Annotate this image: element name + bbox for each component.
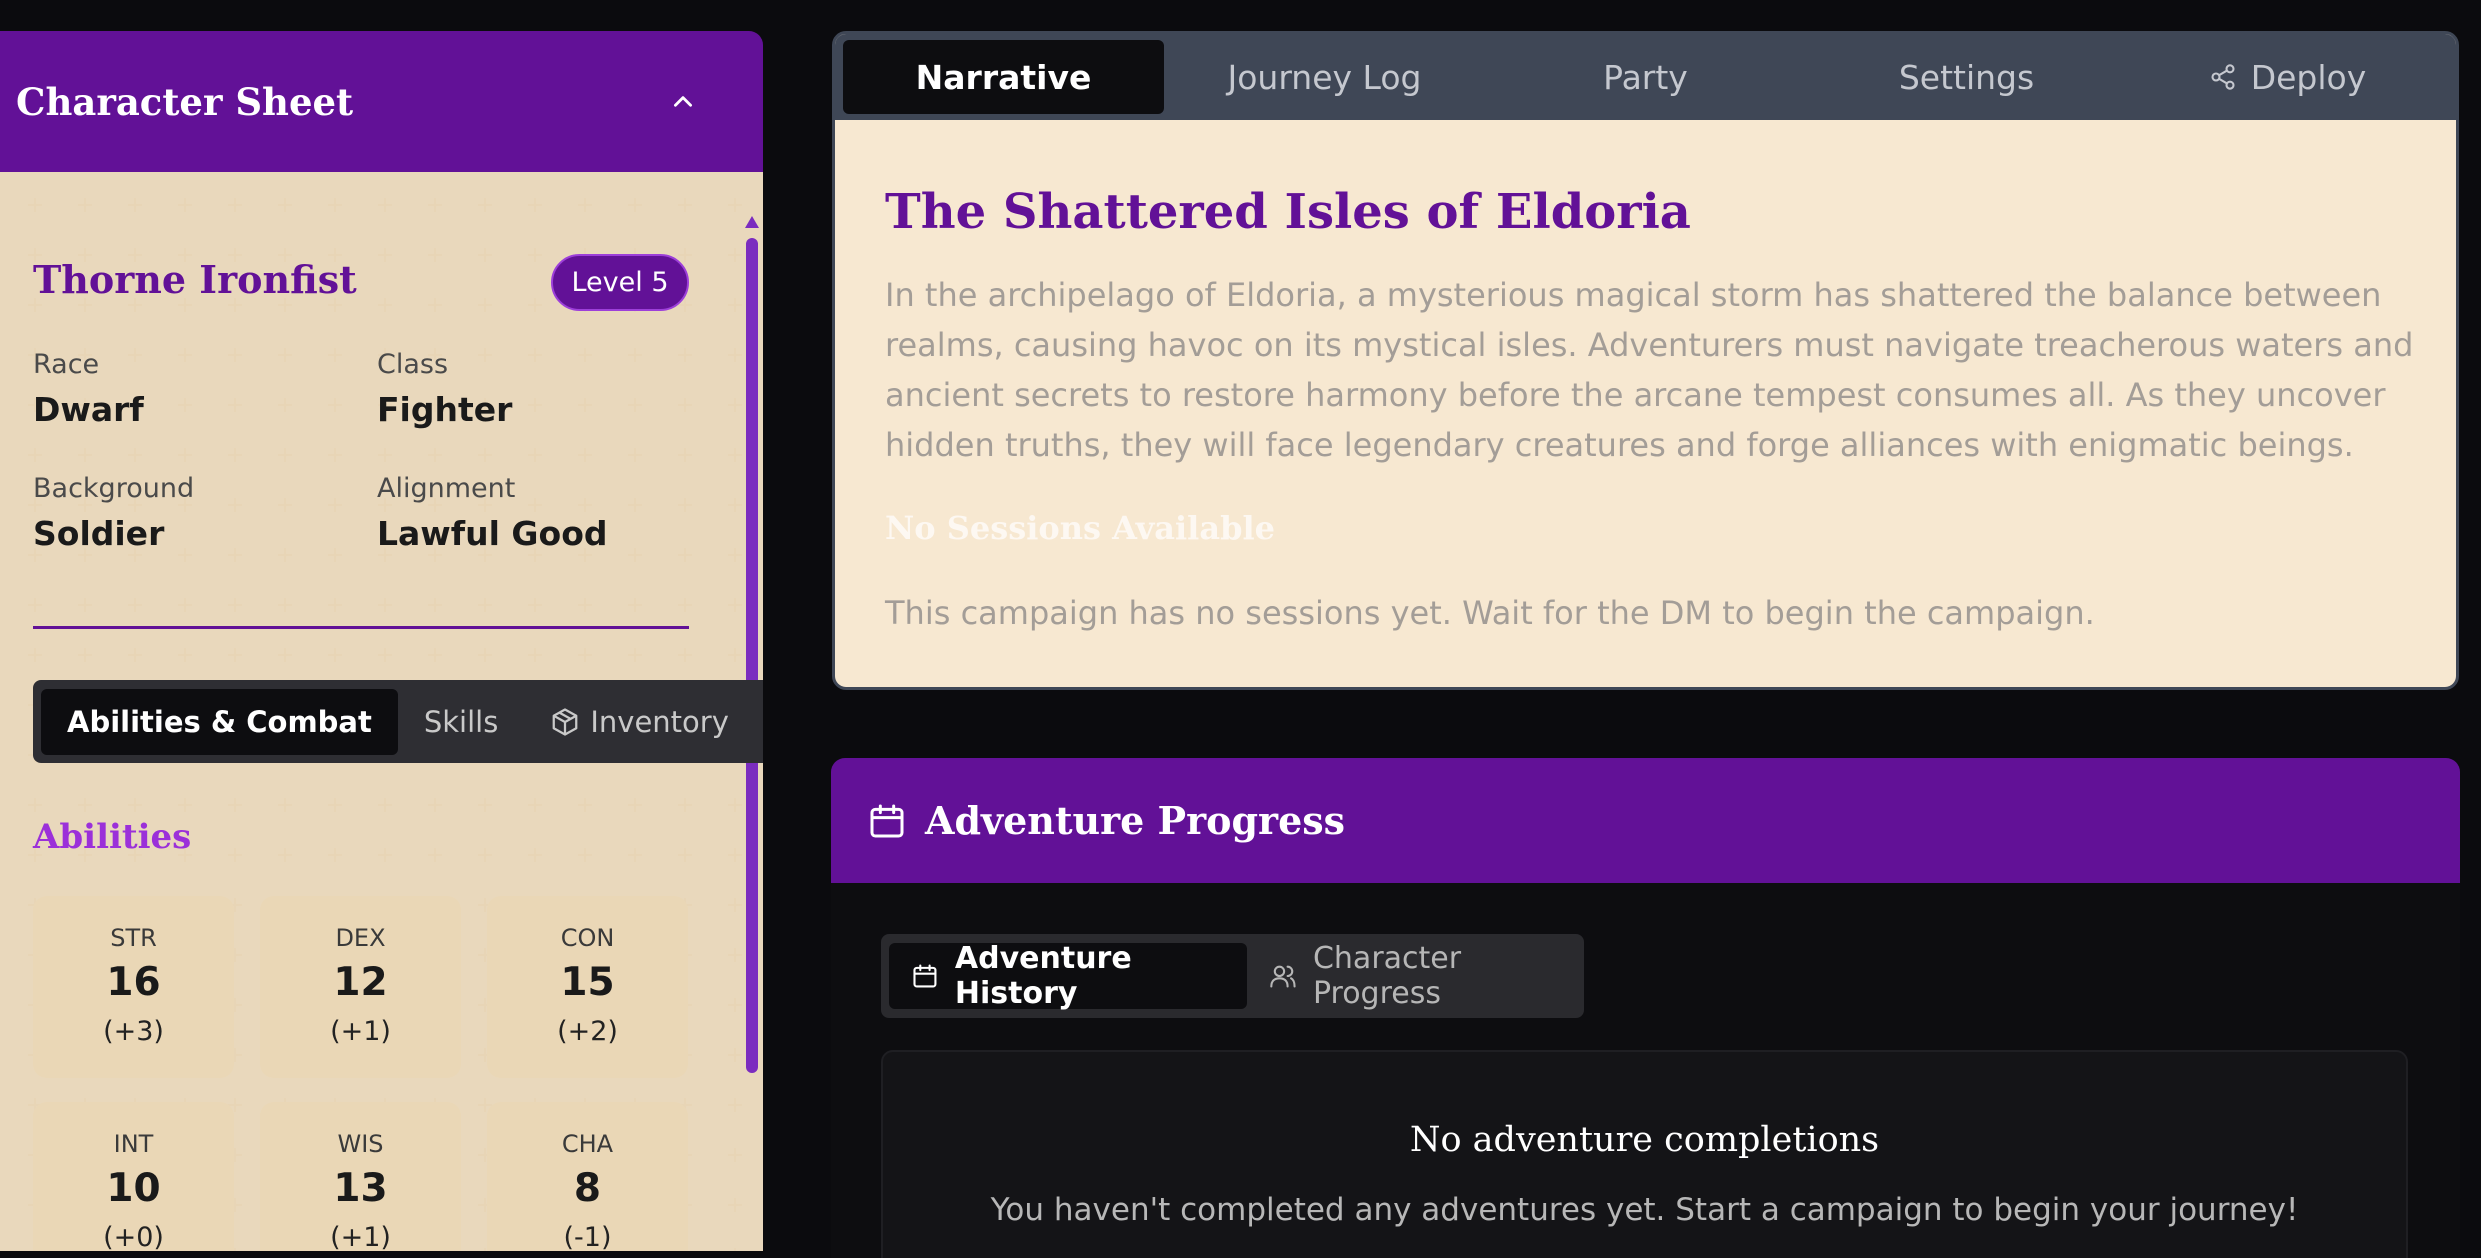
no-sessions-message: This campaign has no sessions yet. Wait …	[885, 594, 2095, 632]
class-label: Class	[377, 349, 449, 380]
no-sessions-heading: No Sessions Available	[885, 509, 1275, 547]
character-tabs: Abilities & Combat Skills Inventory	[33, 680, 763, 763]
race-label: Race	[33, 349, 100, 380]
tab-abilities-combat[interactable]: Abilities & Combat	[41, 688, 398, 755]
tab-journey-log[interactable]: Journey Log	[1164, 40, 1485, 114]
ability-card-int: INT 10 (+0)	[33, 1102, 234, 1251]
calendar-icon	[870, 804, 904, 837]
scrollbar-thumb[interactable]	[746, 238, 758, 1073]
tab-adventure-history[interactable]: Adventure History	[889, 941, 1248, 1011]
tab-party[interactable]: Party	[1485, 40, 1806, 114]
ability-modifier: (-1)	[563, 1222, 612, 1251]
tab-label: Party	[1603, 57, 1688, 97]
ability-score: 16	[106, 960, 161, 1005]
campaign-title: The Shattered Isles of Eldoria	[885, 184, 1691, 240]
tab-character-progress[interactable]: Character Progress	[1247, 941, 1584, 1011]
abilities-heading: Abilities	[33, 817, 192, 857]
alignment-value: Lawful Good	[377, 514, 608, 553]
ability-score: 8	[573, 1166, 602, 1211]
ability-card-dex: DEX 12 (+1)	[260, 896, 461, 1078]
box-icon	[552, 707, 578, 736]
ability-name: WIS	[337, 1130, 384, 1158]
ability-name: CON	[560, 924, 615, 952]
tab-label: Journey Log	[1227, 57, 1422, 97]
ability-modifier: (+3)	[103, 1016, 164, 1047]
ability-modifier: (+0)	[103, 1222, 164, 1251]
tab-label: Character Progress	[1312, 941, 1462, 1011]
level-badge: Level 5	[551, 254, 689, 311]
tab-spells[interactable]	[755, 689, 763, 755]
class-value: Fighter	[377, 390, 513, 429]
character-sheet-title: Character Sheet	[16, 79, 354, 124]
tab-label: Deploy	[2250, 57, 2367, 97]
ability-score: 15	[560, 960, 615, 1005]
ability-card-wis: WIS 13 (+1)	[260, 1102, 461, 1251]
empty-state-message: You haven't completed any adventures yet…	[990, 1192, 2299, 1228]
section-divider	[33, 626, 689, 629]
background-label: Background	[33, 473, 195, 504]
tab-label: Skills	[423, 704, 499, 739]
ability-score: 10	[106, 1166, 161, 1211]
ability-modifier: (+2)	[557, 1016, 618, 1047]
ability-name: STR	[110, 924, 157, 952]
adventure-progress-header: Adventure Progress	[831, 758, 2460, 883]
empty-state: No adventure completions You haven't com…	[881, 1050, 2408, 1258]
tab-label: Inventory	[590, 704, 729, 739]
ability-card-cha: CHA 8 (-1)	[487, 1102, 688, 1251]
ability-card-con: CON 15 (+2)	[487, 896, 688, 1078]
users-icon	[1270, 965, 1296, 988]
tab-label: Narrative	[915, 57, 1092, 97]
ability-name: CHA	[561, 1130, 614, 1158]
tab-settings[interactable]: Settings	[1806, 40, 2127, 114]
alignment-label: Alignment	[377, 473, 516, 504]
adventure-progress-title: Adventure Progress	[925, 798, 1346, 843]
character-sheet-header: Character Sheet	[0, 31, 763, 172]
character-sheet-panel: Character Sheet Thorne Ironfist Level 5 …	[0, 31, 763, 1251]
calendar-icon	[913, 964, 937, 988]
ability-score: 13	[333, 1166, 388, 1211]
ability-name: DEX	[335, 924, 386, 952]
main-tab-bar: Narrative Journey Log Party Settings Dep…	[835, 34, 2456, 120]
race-value: Dwarf	[33, 390, 144, 429]
chevron-up-icon[interactable]	[663, 82, 703, 122]
tab-inventory[interactable]: Inventory	[524, 689, 755, 755]
tab-narrative[interactable]: Narrative	[843, 40, 1164, 114]
adventure-progress-card: Adventure Progress Adventure History Cha…	[831, 758, 2460, 1258]
tab-skills[interactable]: Skills	[398, 689, 524, 755]
tab-label: Adventure History	[954, 941, 1132, 1011]
background-value: Soldier	[33, 514, 165, 553]
scroll-up-arrow[interactable]	[745, 216, 759, 228]
empty-state-title: No adventure completions	[1409, 1120, 1880, 1160]
share-icon	[2211, 64, 2235, 90]
tab-label: Abilities & Combat	[67, 704, 372, 739]
tab-deploy[interactable]: Deploy	[2127, 40, 2448, 114]
character-sheet-body: Thorne Ironfist Level 5 Race Dwarf Class…	[0, 172, 763, 1251]
narrative-card: Narrative Journey Log Party Settings Dep…	[832, 31, 2459, 690]
ability-name: INT	[113, 1130, 154, 1158]
ability-modifier: (+1)	[330, 1016, 391, 1047]
ability-score: 12	[333, 960, 388, 1005]
ability-card-str: STR 16 (+3)	[33, 896, 234, 1078]
character-name: Thorne Ironfist	[33, 257, 357, 302]
tab-label: Settings	[1898, 57, 2035, 97]
ability-modifier: (+1)	[330, 1222, 391, 1251]
progress-tabs: Adventure History Character Progress	[881, 934, 1584, 1018]
campaign-description: In the archipelago of Eldoria, a mysteri…	[885, 276, 2414, 464]
